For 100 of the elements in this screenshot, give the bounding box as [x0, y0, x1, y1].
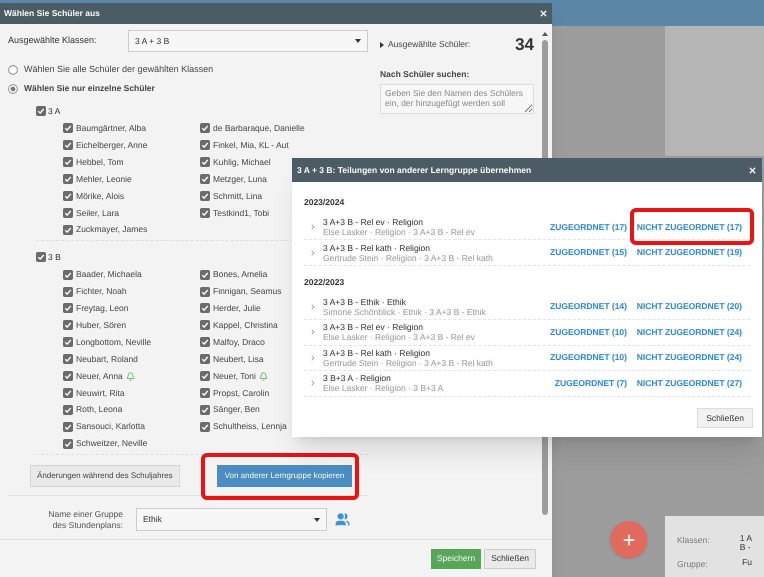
checkbox[interactable]: [200, 371, 210, 382]
radio-button[interactable]: [8, 84, 18, 94]
student-name: Schultheiss, Lennja: [213, 420, 287, 434]
checkbox[interactable]: [200, 270, 210, 280]
checkbox[interactable]: [63, 208, 73, 218]
field-label: Ausgewählte Klassen:: [8, 34, 98, 48]
expand-icon[interactable]: [309, 302, 317, 311]
checkbox[interactable]: [200, 140, 210, 150]
checkbox[interactable]: [200, 354, 210, 364]
assigned-link[interactable]: ZUGEORDNET (14): [550, 300, 627, 314]
users-icon[interactable]: [335, 512, 350, 528]
checkbox[interactable]: [63, 270, 73, 280]
checkbox[interactable]: [63, 422, 73, 432]
radio-label: Wählen Sie nur einzelne Schüler: [24, 82, 155, 95]
student-name: Eichelberger, Anne: [76, 138, 148, 152]
checkbox[interactable]: [63, 320, 73, 330]
checkbox[interactable]: [63, 157, 73, 168]
checkbox[interactable]: [200, 123, 210, 134]
unassigned-link[interactable]: NICHT ZUGEORDNET (24): [636, 351, 742, 364]
expand-icon[interactable]: [309, 328, 317, 336]
item-detail: Simone Schönblick · Ethik · 3 A+3 B - Ethik: [323, 306, 487, 317]
save-button[interactable]: Speichern: [430, 548, 482, 568]
checkbox[interactable]: [36, 106, 46, 116]
checkbox[interactable]: [63, 224, 73, 235]
student-name: Mehler, Leonie: [76, 172, 132, 186]
class-label: 3 B: [48, 250, 61, 264]
class-label: 3 A: [48, 104, 60, 118]
checkbox[interactable]: [200, 337, 210, 348]
expand-icon[interactable]: [309, 379, 317, 388]
unassigned-link[interactable]: NICHT ZUGEORDNET (27): [636, 376, 742, 390]
checkbox[interactable]: [36, 252, 46, 262]
checkbox[interactable]: [63, 286, 73, 297]
student-name: Zuckmayer, James: [76, 223, 148, 236]
item-title: 3 A+3 B - Rel kath · Religion: [323, 348, 432, 358]
student-name: Neuer, Toni: [213, 370, 256, 382]
assigned-link[interactable]: ZUGEORDNET (17): [550, 220, 627, 234]
close-button[interactable]: Schließen: [697, 408, 753, 428]
item-detail: Else Lasker · Religion · 3 B+3 A: [323, 383, 444, 394]
checkbox[interactable]: [200, 404, 210, 415]
close-icon[interactable]: [539, 9, 548, 18]
checkbox[interactable]: [63, 354, 73, 364]
item-title: 3 A+3 B - Rel ev · Religion: [323, 217, 424, 227]
checkbox[interactable]: [63, 371, 73, 382]
student-name: Finnigan, Seamus: [213, 285, 282, 298]
checkbox[interactable]: [63, 438, 73, 449]
search-field[interactable]: Geben Sie den Namen des Schülers ein, der hinzugefügt werden soll: [380, 84, 534, 114]
item-detail: Else Lasker · Religion · 3 A+3 B - Rel ev: [323, 332, 476, 342]
student-name: Neuwirt, Rita: [76, 386, 125, 400]
assigned-link[interactable]: ZUGEORDNET (10): [550, 351, 627, 364]
student-name: Schweitzer, Neville: [76, 437, 148, 450]
close-icon[interactable]: [748, 166, 757, 174]
unassigned-link[interactable]: NICHT ZUGEORDNET (19): [636, 246, 742, 259]
unassigned-link[interactable]: NICHT ZUGEORDNET (17): [636, 220, 742, 234]
checkbox[interactable]: [200, 191, 210, 201]
checkbox[interactable]: [200, 174, 210, 184]
changes-button[interactable]: Änderungen während des Schuljahres: [30, 465, 180, 488]
year-heading: 2023/2024: [304, 196, 346, 209]
scroll-up-icon[interactable]: [542, 32, 548, 36]
assigned-link[interactable]: ZUGEORDNET (7): [554, 376, 627, 390]
student-name: Neubart, Roland: [76, 352, 138, 366]
field-label: Name einer Gruppe des Stundenplans:: [47, 508, 123, 531]
expand-icon[interactable]: [309, 248, 317, 256]
checkbox[interactable]: [63, 123, 73, 134]
student-name: Malfoy, Draco: [213, 336, 265, 349]
caret-icon: [380, 42, 384, 48]
checkbox[interactable]: [200, 320, 210, 330]
checkbox[interactable]: [200, 388, 210, 398]
checkbox[interactable]: [63, 140, 73, 150]
search-label: Nach Schüler suchen:: [380, 68, 470, 80]
checkbox[interactable]: [63, 191, 73, 201]
checkbox[interactable]: [200, 303, 210, 314]
assigned-link[interactable]: ZUGEORDNET (15): [550, 246, 627, 259]
checkbox[interactable]: [200, 208, 210, 218]
class-select[interactable]: 3 A + 3 B: [128, 30, 368, 52]
add-button[interactable]: [610, 521, 647, 558]
dialog-title: 3 A + 3 B: Teilungen von anderer Lerngruppe übernehmen: [297, 164, 532, 176]
item-title: 3 A+3 B - Rel kath · Religion: [323, 242, 432, 252]
assigned-link[interactable]: ZUGEORDNET (10): [550, 326, 627, 339]
checkbox[interactable]: [200, 422, 210, 432]
close-button[interactable]: Schließen: [484, 548, 536, 568]
caret-icon: [355, 39, 361, 43]
unassigned-link[interactable]: NICHT ZUGEORDNET (24): [636, 326, 742, 339]
expand-icon[interactable]: [309, 354, 317, 362]
student-name: Sänger, Ben: [213, 403, 260, 416]
item-title: 3 A+3 B - Rel ev · Religion: [323, 322, 424, 332]
selected-label: Ausgewählte Schüler:: [388, 38, 470, 52]
checkbox[interactable]: [63, 404, 73, 415]
checkbox[interactable]: [200, 157, 210, 168]
checkbox[interactable]: [63, 174, 73, 184]
copy-button[interactable]: Von anderer Lerngruppe kopieren: [216, 465, 352, 488]
unassigned-link[interactable]: NICHT ZUGEORDNET (20): [636, 300, 742, 314]
group-select[interactable]: Ethik: [136, 508, 327, 532]
student-name: Baader, Michaela: [76, 268, 142, 282]
plus-icon: [620, 532, 636, 548]
checkbox[interactable]: [63, 337, 73, 348]
checkbox[interactable]: [200, 286, 210, 297]
checkbox[interactable]: [63, 388, 73, 398]
expand-icon[interactable]: [309, 223, 317, 231]
radio-button[interactable]: [8, 64, 18, 74]
checkbox[interactable]: [63, 303, 73, 314]
